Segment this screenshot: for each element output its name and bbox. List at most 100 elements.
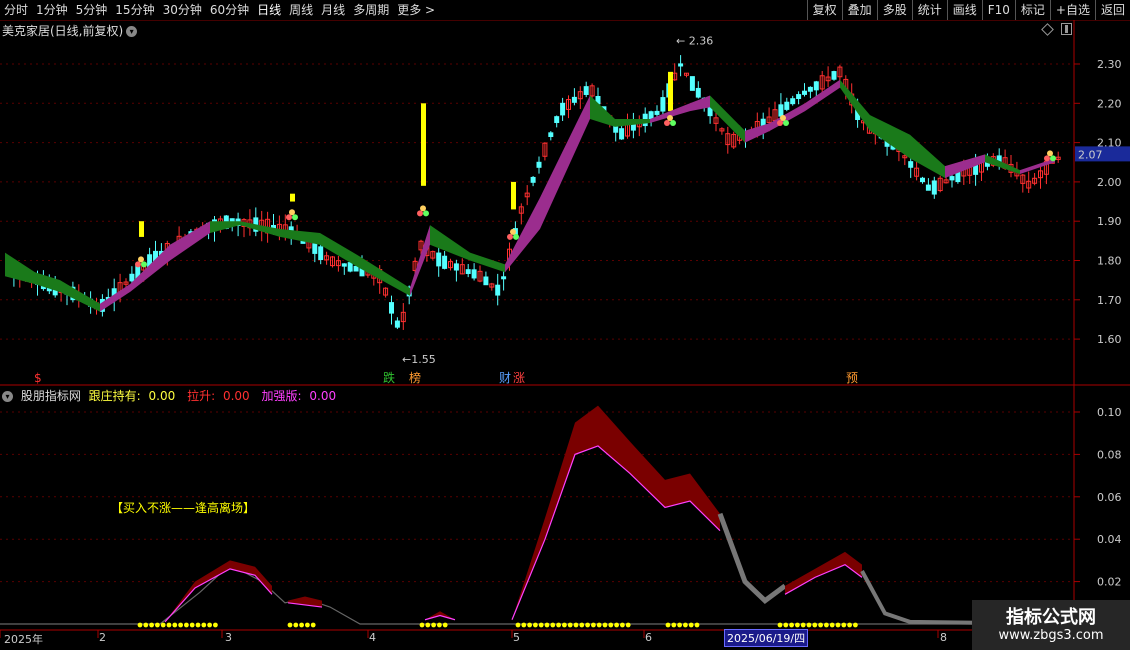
candle-body: [949, 176, 955, 181]
price-tick-label: 1.60: [1097, 333, 1122, 346]
signal-dot: [513, 233, 519, 240]
candle-body: [790, 98, 796, 105]
watermark-url: www.zbgs3.com: [998, 628, 1104, 643]
buy-signal-dot: [172, 622, 178, 628]
signal-dot: [417, 210, 423, 217]
ribbon-segment: [540, 95, 590, 230]
signal-tag: $: [34, 371, 42, 385]
indicator-name[interactable]: 股朋指标网: [21, 389, 81, 403]
candle-body: [495, 284, 501, 296]
buy-signal-dot: [178, 622, 184, 628]
candle-body: [312, 243, 318, 254]
watermark-title: 指标公式网: [1006, 607, 1096, 628]
indicator-value: 0.00: [148, 389, 176, 403]
signal-dot: [667, 114, 673, 121]
chevron-down-icon[interactable]: ▾: [2, 391, 13, 402]
buy-signal-dot: [425, 622, 431, 628]
ribbon-segment: [210, 221, 240, 233]
buy-signal-dot: [521, 622, 527, 628]
signal-dot: [286, 214, 292, 221]
stock-title[interactable]: 美克家居(日线,前复权) ▾: [2, 22, 138, 39]
signal-dot: [777, 119, 783, 126]
ribbon-segment: [690, 95, 710, 112]
buy-signal-dot: [527, 622, 532, 628]
signal-tag: 榜: [409, 370, 421, 385]
ribbon-segment: [430, 225, 470, 261]
indicator-label: 加强版:: [261, 389, 302, 403]
stock-title-text: 美克家居(日线,前复权): [2, 24, 124, 38]
buy-signal-dot: [442, 622, 448, 628]
panel-toggle-icon[interactable]: [1061, 23, 1072, 35]
candle-body: [583, 86, 589, 95]
buy-signal-dot: [677, 622, 682, 628]
chevron-down-icon[interactable]: ▾: [126, 26, 138, 37]
date-label: 3: [225, 631, 232, 644]
buy-signal-dot: [299, 622, 304, 628]
price-tick-label: 1.90: [1097, 215, 1122, 228]
buy-signal-dot: [841, 622, 847, 628]
buy-signal-dot: [800, 622, 806, 628]
buy-signal-dot: [812, 622, 818, 628]
current-price-label: 2.07: [1078, 148, 1103, 161]
candle-body: [347, 262, 353, 272]
signal-dot: [289, 209, 295, 216]
candle-body: [784, 101, 790, 110]
candle-body: [920, 177, 925, 183]
candle-body: [453, 263, 459, 271]
candle-body: [831, 71, 837, 80]
candle-body: [931, 180, 937, 195]
signal-dot: [1044, 155, 1050, 162]
buy-signal-dot: [853, 622, 858, 628]
buy-signal-dot: [189, 622, 195, 628]
indicator-value: 0.00: [309, 389, 337, 403]
buy-signal-dot: [625, 622, 631, 628]
buy-signal-dot: [795, 622, 800, 628]
signal-dot: [510, 228, 516, 235]
buy-signal-dot: [591, 622, 596, 628]
signal-dot: [783, 119, 789, 126]
indicator-header: ▾ 股朋指标网 跟庄持有: 0.00 拉升: 0.00 加强版: 0.00: [2, 387, 344, 404]
candle-body: [813, 81, 819, 91]
signal-dot: [664, 119, 670, 126]
indicator-annotation: 【买入不涨——逢高离场】: [111, 501, 256, 515]
date-label: 2: [99, 631, 106, 644]
decline-curve: [717, 512, 787, 604]
kline-chart[interactable]: 2.302.202.102.001.901.801.701.600.100.08…: [0, 0, 1130, 650]
signal-dot: [1047, 150, 1053, 157]
candle-body: [483, 276, 489, 286]
candle-body: [778, 104, 784, 117]
highlight-bar: [290, 193, 295, 202]
ribbon-segment: [910, 134, 945, 178]
candle-body: [501, 276, 507, 280]
buy-signal-dot: [195, 622, 201, 628]
buy-signal-dot: [184, 622, 189, 628]
indicator-tick-label: 0.06: [1097, 491, 1122, 504]
candle-body: [129, 273, 135, 282]
buy-signal-dot: [305, 622, 310, 628]
candle-body: [925, 184, 931, 191]
buy-signal-dot: [293, 622, 299, 628]
ribbon-segment: [870, 115, 910, 159]
candle-body: [436, 252, 442, 267]
indicator-label: 跟庄持有:: [88, 389, 141, 403]
ribbon-segment: [170, 221, 210, 261]
buy-signal-dot: [166, 622, 172, 628]
rise-band: [165, 560, 272, 622]
buy-signal-dot: [431, 622, 436, 628]
candle-body: [389, 302, 394, 314]
low-price-label: ←1.55: [402, 353, 436, 366]
ribbon-segment: [280, 229, 320, 245]
buy-signal-dot: [213, 622, 218, 628]
buy-signal-dot: [538, 622, 544, 628]
candle-body: [689, 76, 695, 91]
highlight-bar: [511, 181, 516, 210]
ribbon-segment: [840, 79, 870, 131]
candle-body: [807, 86, 813, 92]
buy-signal-dot: [824, 622, 829, 628]
candle-body: [678, 63, 684, 67]
buy-signal-dot: [614, 622, 619, 628]
signal-tag: 预: [846, 371, 858, 385]
indicator-label: 拉升:: [187, 389, 216, 403]
buy-signal-dot: [620, 622, 625, 628]
rise-band: [512, 405, 720, 620]
